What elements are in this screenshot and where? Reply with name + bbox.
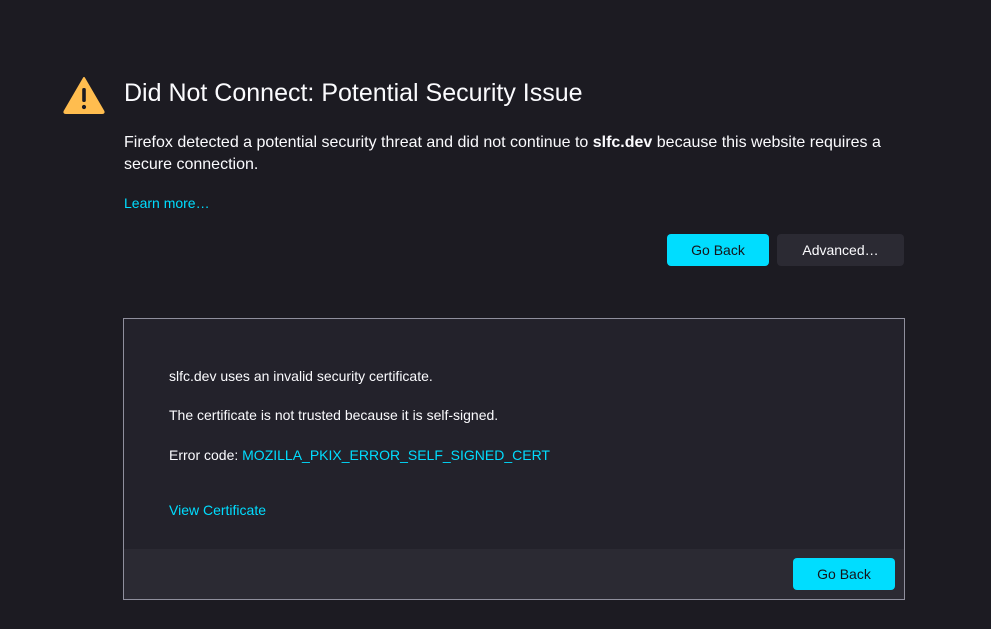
- description-host: slfc.dev: [592, 134, 653, 151]
- error-description: Firefox detected a potential security th…: [124, 132, 904, 176]
- advanced-panel: slfc.dev uses an invalid security certif…: [123, 318, 905, 600]
- view-certificate-link[interactable]: View Certificate: [169, 501, 266, 519]
- page-title: Did Not Connect: Potential Security Issu…: [124, 79, 583, 107]
- invalid-certificate-text: slfc.dev uses an invalid security certif…: [169, 368, 433, 384]
- advanced-panel-footer: Go Back: [124, 549, 904, 599]
- warning-triangle-icon: [63, 77, 105, 114]
- certificate-reason-text: The certificate is not trusted because i…: [169, 407, 499, 423]
- error-page: Did Not Connect: Potential Security Issu…: [0, 0, 991, 629]
- error-code-label: Error code:: [169, 447, 243, 463]
- error-code-link[interactable]: MOZILLA_PKIX_ERROR_SELF_SIGNED_CERT: [242, 447, 550, 463]
- advanced-button[interactable]: Advanced…: [777, 234, 904, 266]
- description-text-before: Firefox detected a potential security th…: [124, 134, 593, 151]
- go-back-button[interactable]: Go Back: [667, 234, 769, 266]
- error-code-line: Error code: MOZILLA_PKIX_ERROR_SELF_SIGN…: [169, 446, 550, 464]
- learn-more-link[interactable]: Learn more…: [124, 194, 210, 212]
- go-back-button-secondary[interactable]: Go Back: [793, 558, 895, 590]
